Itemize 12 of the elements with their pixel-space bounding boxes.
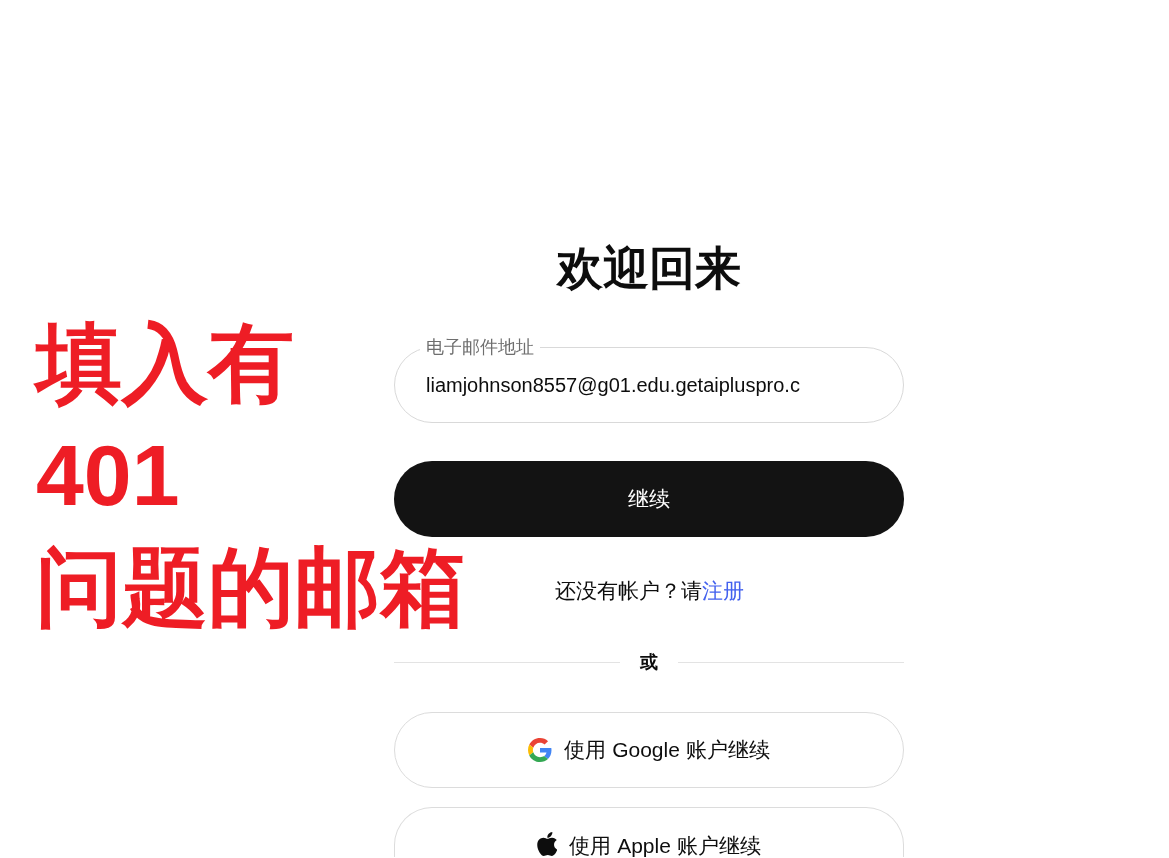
apple-icon <box>537 832 558 856</box>
signup-link[interactable]: 注册 <box>701 579 744 602</box>
field-label: 电子邮件地址 <box>420 336 540 358</box>
annotation-text: 问题的邮箱 <box>36 538 466 637</box>
google-button[interactable]: 使用 Google 账户继续 <box>394 712 904 788</box>
page-heading: 欢迎回来 <box>555 241 742 296</box>
signup-prompt: 还没有帐户？请注册 <box>554 578 744 604</box>
divider-text: 或 <box>640 651 658 674</box>
annotation-text: 401 <box>36 426 180 525</box>
continue-button[interactable]: 继续 <box>394 461 904 537</box>
apple-button[interactable]: 使用 Apple 账户继续 <box>394 807 904 857</box>
g-logo-icon <box>528 738 553 762</box>
